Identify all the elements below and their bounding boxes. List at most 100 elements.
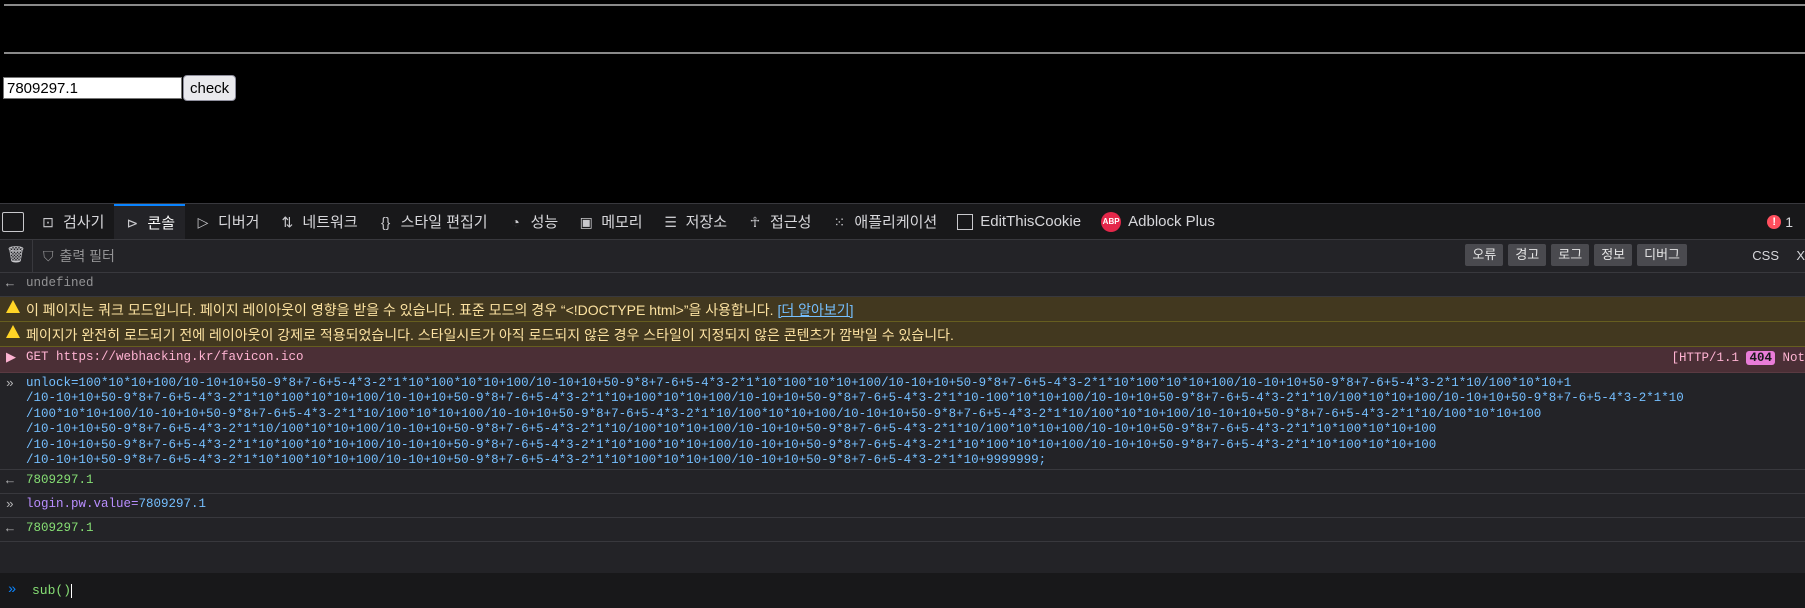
trash-icon[interactable]: 🗑 — [0, 240, 33, 272]
result-arrow-icon: ← — [6, 276, 14, 291]
tab-label: 메모리 — [601, 214, 643, 231]
tab-network[interactable]: ⇅ 네트워크 — [269, 204, 367, 239]
code-line: /100*10*10+100/10-10+10+50-9*8+7-6+5-4*3… — [26, 406, 1542, 421]
inspector-icon: ⊡ — [42, 213, 54, 230]
level-button-debug[interactable]: 디버그 — [1637, 244, 1687, 266]
tab-accessibility[interactable]: ☥ 접근성 — [737, 204, 821, 239]
memory-icon: ▣ — [579, 213, 593, 230]
console-output: ← undefined 이 페이지는 쿼크 모드입니다. 페이지 레이아웃이 영… — [0, 273, 1805, 573]
tab-editthiscookie[interactable]: EditThisCookie — [947, 204, 1091, 239]
http-status: [HTTP/1.1 404 Not — [1671, 351, 1805, 365]
console-warning-row: 이 페이지는 쿼크 모드입니다. 페이지 레이아웃이 영향을 받을 수 있습니다… — [0, 297, 1805, 322]
tab-label: 애플리케이션 — [854, 214, 938, 231]
warning-text: 페이지가 완전히 로드되기 전에 레이아웃이 강제로 적용되었습니다. 스타일시… — [26, 327, 954, 343]
console-warning-row: 페이지가 완전히 로드되기 전에 레이아웃이 강제로 적용되었습니다. 스타일시… — [0, 322, 1805, 347]
adblock-icon: ABP — [1101, 211, 1122, 232]
tab-debugger[interactable]: ▷ 디버거 — [185, 204, 269, 239]
error-count-badge[interactable]: ! 1 — [1767, 204, 1793, 239]
result-text: 7809297.1 — [26, 521, 94, 535]
accessibility-icon: ☥ — [749, 213, 761, 230]
tab-label: 저장소 — [685, 214, 728, 231]
tab-label: 네트워크 — [302, 214, 358, 231]
learn-more-link[interactable]: [더 알아보기] — [777, 302, 853, 318]
expand-triangle-icon[interactable]: ▶ — [6, 350, 20, 365]
prompt-chevron-icon: » — [8, 582, 17, 598]
filter-icon: ⛉ — [43, 247, 54, 264]
tab-adblock-plus[interactable]: ABP Adblock Plus — [1091, 204, 1225, 239]
warning-icon — [6, 300, 20, 316]
code-line: /10-10+10+50-9*8+7-6+5-4*3-2*1*10*100*10… — [26, 437, 1437, 452]
tab-label: 접근성 — [770, 214, 812, 231]
performance-icon: ◔ — [511, 213, 520, 230]
devtools-panel: ⊡ 검사기 ⊳ 콘솔 ▷ 디버거 ⇅ 네트워크 {} 스타일 편집기 ◔ 성능 — [0, 203, 1805, 608]
input-chevron-icon: » — [6, 376, 14, 391]
level-button-log[interactable]: 로그 — [1551, 244, 1590, 266]
result-arrow-icon: ← — [6, 473, 14, 488]
code-line: /10-10+10+50-9*8+7-6+5-4*3-2*1*10*100*10… — [26, 453, 1047, 468]
css-filter-toggle[interactable]: CSS — [1752, 248, 1779, 263]
result-arrow-icon: ← — [6, 521, 14, 536]
warning-text: 이 페이지는 쿼크 모드입니다. 페이지 레이아웃이 영향을 받을 수 있습니다… — [26, 302, 774, 318]
console-input-row: » unlock=100*10*10+100/10-10+10+50-9*8+7… — [0, 373, 1805, 470]
error-count: 1 — [1785, 213, 1793, 230]
tab-style-editor[interactable]: {} 스타일 편집기 — [368, 204, 498, 239]
error-icon: ! — [1767, 214, 1782, 229]
status-code-badge: 404 — [1746, 351, 1775, 365]
log-level-buttons: 오류 경고 로그 정보 디버그 — [1465, 244, 1687, 266]
tab-performance[interactable]: ◔ 성능 — [498, 204, 569, 239]
level-button-error[interactable]: 오류 — [1465, 244, 1504, 266]
console-input-row: » login.pw.value=7809297.1 — [0, 494, 1805, 518]
input-code: login.pw.value=7809297.1 — [26, 497, 207, 511]
console-error-row[interactable]: ▶ GET https://webhacking.kr/favicon.ico … — [0, 347, 1805, 373]
login-form: check — [3, 75, 237, 101]
prompt-input[interactable]: sub() — [32, 583, 73, 598]
code-line: /10-10+10+50-9*8+7-6+5-4*3-2*1*10*100*10… — [26, 391, 1684, 406]
checkbox-icon — [957, 213, 974, 230]
storage-icon: ☰ — [664, 213, 677, 230]
level-button-warn[interactable]: 경고 — [1508, 244, 1547, 266]
tab-label: 검사기 — [63, 214, 105, 231]
input-chevron-icon: » — [6, 497, 14, 512]
element-picker-icon[interactable] — [2, 211, 24, 232]
level-button-info[interactable]: 정보 — [1594, 244, 1633, 266]
console-result-row: ← 7809297.1 — [0, 518, 1805, 542]
style-editor-icon: {} — [380, 213, 391, 230]
horizontal-rule-bottom — [4, 52, 1805, 54]
application-icon: ⁙ — [833, 213, 846, 230]
result-text: undefined — [26, 276, 94, 290]
tab-label: EditThisCookie — [980, 213, 1082, 230]
tab-storage[interactable]: ☰ 저장소 — [653, 204, 737, 239]
network-icon: ⇅ — [281, 213, 294, 230]
horizontal-rule-top — [4, 4, 1805, 6]
filter-placeholder: 출력 필터 — [59, 248, 115, 264]
error-text: GET https://webhacking.kr/favicon.ico — [26, 350, 304, 364]
console-filterbar: 🗑 ⛉ 출력 필터 오류 경고 로그 정보 디버그 CSS X — [0, 240, 1805, 273]
console-icon: ⊳ — [126, 214, 139, 231]
tab-label: 콘솔 — [147, 215, 176, 232]
xhr-filter-toggle[interactable]: X — [1796, 248, 1805, 263]
tab-memory[interactable]: ▣ 메모리 — [568, 204, 652, 239]
devtools-tabbar: ⊡ 검사기 ⊳ 콘솔 ▷ 디버거 ⇅ 네트워크 {} 스타일 편집기 ◔ 성능 — [0, 204, 1805, 240]
result-text: 7809297.1 — [26, 473, 94, 487]
tab-console[interactable]: ⊳ 콘솔 — [114, 204, 186, 239]
page: check ⊡ 검사기 ⊳ 콘솔 ▷ 디버거 ⇅ 네트워크 {} — [0, 0, 1805, 608]
input-code: unlock=100*10*10+100/10-10+10+50-9*8+7-6… — [26, 376, 1684, 468]
filter-output-input[interactable]: ⛉ 출력 필터 — [43, 246, 115, 266]
console-result-row: ← 7809297.1 — [0, 470, 1805, 494]
console-result-row: ← undefined — [0, 273, 1805, 297]
debugger-icon: ▷ — [197, 213, 209, 230]
code-line: unlock=100*10*10+100/10-10+10+50-9*8+7-6… — [26, 376, 1572, 390]
code-line: /10-10+10+50-9*8+7-6+5-4*3-2*1*10/100*10… — [26, 422, 1437, 437]
tab-label: 성능 — [530, 214, 559, 231]
check-button[interactable]: check — [183, 75, 237, 101]
text-caret — [71, 583, 73, 598]
tab-inspector[interactable]: ⊡ 검사기 — [30, 204, 114, 239]
console-prompt[interactable]: » sub() — [0, 573, 1805, 608]
pw-input[interactable] — [3, 77, 182, 99]
tab-label: Adblock Plus — [1128, 213, 1215, 230]
tab-label: 스타일 편집기 — [400, 214, 488, 231]
tab-application[interactable]: ⁙ 애플리케이션 — [821, 204, 947, 239]
warning-icon — [6, 325, 20, 341]
page-content: check — [0, 0, 1805, 203]
tab-label: 디버거 — [218, 214, 260, 231]
